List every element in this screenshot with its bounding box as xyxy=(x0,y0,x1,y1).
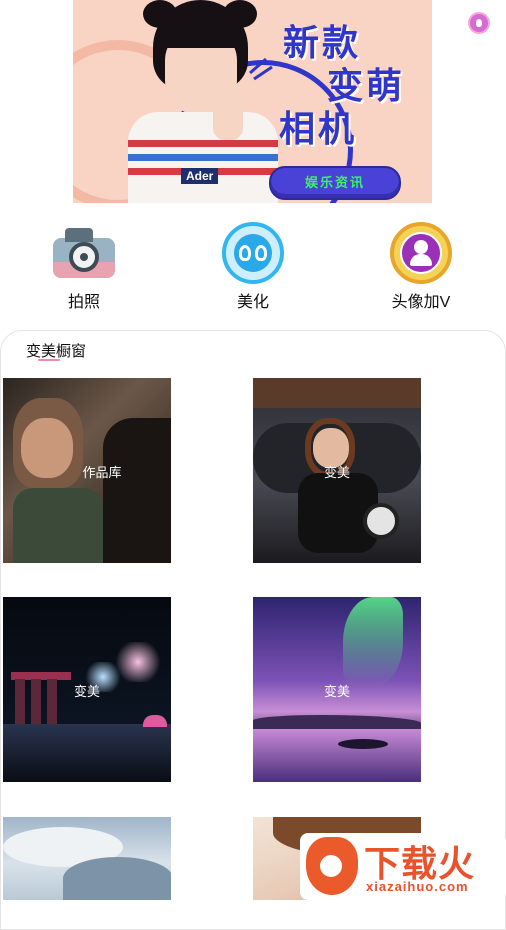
site-watermark: 下载火 xiazaihuo.com xyxy=(300,833,506,900)
banner-model-hand xyxy=(213,85,243,140)
watermark-logo-icon xyxy=(306,837,358,895)
showcase-title: 变美橱窗 xyxy=(26,343,87,360)
feature-label: 美化 xyxy=(236,294,269,311)
floating-badge-icon[interactable] xyxy=(468,12,490,34)
avatar-v-icon xyxy=(390,222,452,284)
beauty-icon xyxy=(222,222,284,284)
banner-model-bangs xyxy=(163,22,241,48)
showcase-tile[interactable]: 变美 xyxy=(253,378,421,563)
tile-caption: 变美 xyxy=(323,684,350,699)
slogan-line: 变萌 xyxy=(327,66,406,107)
feature-label: 头像加V xyxy=(391,294,451,311)
showcase-tile[interactable]: 作品库 xyxy=(3,378,171,563)
shirt-stripe xyxy=(128,154,278,161)
feature-label: 拍照 xyxy=(67,294,100,311)
banner-cta-button[interactable]: 娱乐资讯 xyxy=(269,166,401,200)
sparkle-icon xyxy=(249,57,273,81)
slogan-line: 新款 xyxy=(283,23,362,64)
banner-slogan: 新款 变萌 相机 xyxy=(279,22,405,151)
shirt-stripe xyxy=(128,140,278,147)
slogan-line: 相机 xyxy=(279,109,358,150)
showcase-tile[interactable]: 变美 xyxy=(3,597,171,782)
tile-caption: 作品库 xyxy=(82,465,122,480)
shirt-tag: Ader xyxy=(181,168,219,184)
tile-caption: 变美 xyxy=(73,684,100,699)
showcase-title-underline xyxy=(38,359,60,361)
camera-icon xyxy=(53,228,115,278)
showcase-tile[interactable]: 变美 xyxy=(253,597,421,782)
showcase-tile[interactable] xyxy=(3,817,171,900)
promo-banner[interactable]: Ader 新款 变萌 相机 娱乐资讯 xyxy=(73,0,432,203)
tile-caption: 变美 xyxy=(323,465,350,480)
watermark-url: xiazaihuo.com xyxy=(366,879,469,894)
